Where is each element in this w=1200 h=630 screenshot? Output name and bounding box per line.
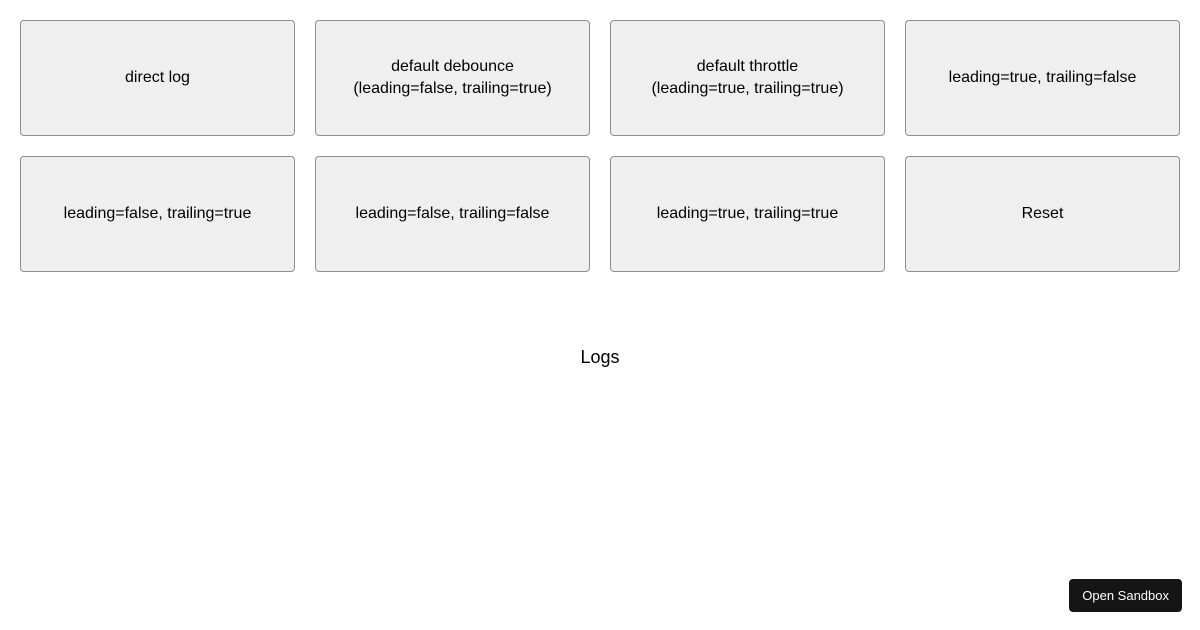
logs-section: Logs (0, 347, 1200, 368)
reset-button[interactable]: Reset (905, 156, 1180, 272)
button-grid: direct log default debounce (leading=fal… (0, 0, 1200, 292)
logs-heading: Logs (0, 347, 1200, 368)
open-sandbox-button[interactable]: Open Sandbox (1069, 579, 1182, 612)
default-throttle-button[interactable]: default throttle (leading=true, trailing… (610, 20, 885, 136)
leading-false-trailing-false-button[interactable]: leading=false, trailing=false (315, 156, 590, 272)
leading-true-trailing-false-button[interactable]: leading=true, trailing=false (905, 20, 1180, 136)
default-debounce-button[interactable]: default debounce (leading=false, trailin… (315, 20, 590, 136)
direct-log-button[interactable]: direct log (20, 20, 295, 136)
leading-false-trailing-true-button[interactable]: leading=false, trailing=true (20, 156, 295, 272)
leading-true-trailing-true-button[interactable]: leading=true, trailing=true (610, 156, 885, 272)
